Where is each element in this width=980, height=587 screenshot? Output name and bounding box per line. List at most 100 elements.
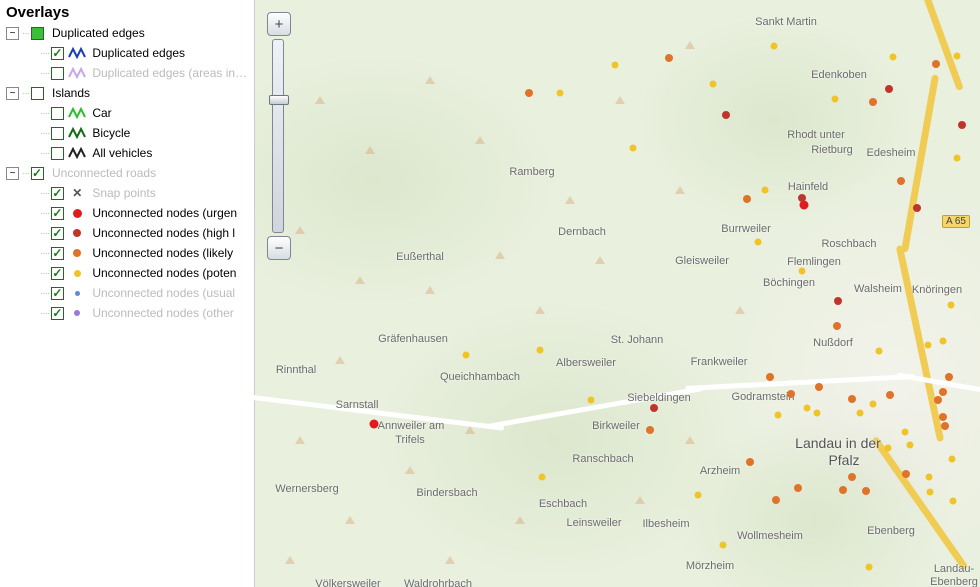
collapse-icon[interactable]: − <box>6 87 19 100</box>
checkbox-bicycle[interactable] <box>51 127 64 140</box>
unconnected-node-potential[interactable] <box>885 445 892 452</box>
checkbox-car[interactable] <box>51 107 64 120</box>
layer-urgent[interactable]: ···· Unconnected nodes (urgen <box>6 203 254 223</box>
unconnected-node-high[interactable] <box>834 297 842 305</box>
unconnected-node-potential[interactable] <box>949 456 956 463</box>
unconnected-node-potential[interactable] <box>925 342 932 349</box>
unconnected-node-high[interactable] <box>722 111 730 119</box>
checkbox-islands-group[interactable] <box>31 87 44 100</box>
unconnected-node-potential[interactable] <box>927 489 934 496</box>
zoom-out-button[interactable]: − <box>267 236 291 260</box>
layer-snap-points[interactable]: ···· ✕ Snap points <box>6 183 254 203</box>
unconnected-node-potential[interactable] <box>762 187 769 194</box>
layer-car[interactable]: ···· Car <box>6 103 254 123</box>
unconnected-node-potential[interactable] <box>799 268 806 275</box>
layer-other[interactable]: ···· Unconnected nodes (other <box>6 303 254 323</box>
unconnected-node-potential[interactable] <box>588 397 595 404</box>
unconnected-node-potential[interactable] <box>539 474 546 481</box>
unconnected-node-potential[interactable] <box>710 81 717 88</box>
unconnected-node-urgent[interactable] <box>370 420 379 429</box>
layer-potential[interactable]: ···· Unconnected nodes (poten <box>6 263 254 283</box>
unconnected-node-likely[interactable] <box>766 373 774 381</box>
checkbox-other[interactable] <box>51 307 64 320</box>
unconnected-node-likely[interactable] <box>902 470 910 478</box>
layer-duplicated-edges[interactable]: ···· Duplicated edges <box>6 43 254 63</box>
map-canvas[interactable]: A 65 + − EußerthalRambergDernbachGräfenh… <box>255 0 980 587</box>
layer-all-vehicles[interactable]: ···· All vehicles <box>6 143 254 163</box>
unconnected-node-potential[interactable] <box>832 96 839 103</box>
unconnected-node-likely[interactable] <box>848 473 856 481</box>
unconnected-node-likely[interactable] <box>939 413 947 421</box>
checkbox-usual[interactable] <box>51 287 64 300</box>
checkbox-urgent[interactable] <box>51 207 64 220</box>
checkbox-likely[interactable] <box>51 247 64 260</box>
unconnected-node-potential[interactable] <box>902 429 909 436</box>
checkbox-snap[interactable] <box>51 187 64 200</box>
zoom-in-button[interactable]: + <box>267 12 291 36</box>
unconnected-node-potential[interactable] <box>870 401 877 408</box>
unconnected-node-potential[interactable] <box>557 90 564 97</box>
collapse-icon[interactable]: − <box>6 27 19 40</box>
unconnected-node-potential[interactable] <box>814 410 821 417</box>
unconnected-node-potential[interactable] <box>537 347 544 354</box>
layer-bicycle[interactable]: ···· Bicycle <box>6 123 254 143</box>
layer-likely[interactable]: ···· Unconnected nodes (likely <box>6 243 254 263</box>
zoom-track[interactable] <box>272 39 284 233</box>
group-duplicated-edges[interactable]: − ··· Duplicated edges <box>6 23 254 43</box>
unconnected-node-potential[interactable] <box>612 62 619 69</box>
unconnected-node-high[interactable] <box>958 121 966 129</box>
unconnected-node-high[interactable] <box>798 194 806 202</box>
unconnected-node-likely[interactable] <box>525 89 533 97</box>
unconnected-node-potential[interactable] <box>866 564 873 571</box>
unconnected-node-likely[interactable] <box>932 60 940 68</box>
unconnected-node-potential[interactable] <box>857 410 864 417</box>
unconnected-node-likely[interactable] <box>848 395 856 403</box>
unconnected-node-likely[interactable] <box>815 383 823 391</box>
unconnected-node-potential[interactable] <box>954 53 961 60</box>
unconnected-node-potential[interactable] <box>950 498 957 505</box>
unconnected-node-likely[interactable] <box>934 396 942 404</box>
unconnected-node-likely[interactable] <box>941 422 949 430</box>
unconnected-node-potential[interactable] <box>926 474 933 481</box>
unconnected-node-potential[interactable] <box>890 54 897 61</box>
checkbox-duplicated-group[interactable] <box>31 27 44 40</box>
group-unconnected[interactable]: − ··· Unconnected roads <box>6 163 254 183</box>
unconnected-node-likely[interactable] <box>665 54 673 62</box>
group-islands[interactable]: − ··· Islands <box>6 83 254 103</box>
unconnected-node-likely[interactable] <box>746 458 754 466</box>
unconnected-node-likely[interactable] <box>772 496 780 504</box>
unconnected-node-potential[interactable] <box>775 412 782 419</box>
layer-high[interactable]: ···· Unconnected nodes (high l <box>6 223 254 243</box>
layer-usual[interactable]: ···· Unconnected nodes (usual <box>6 283 254 303</box>
unconnected-node-likely[interactable] <box>839 486 847 494</box>
unconnected-node-likely[interactable] <box>939 388 947 396</box>
unconnected-node-potential[interactable] <box>907 442 914 449</box>
collapse-icon[interactable]: − <box>6 167 19 180</box>
unconnected-node-high[interactable] <box>650 404 658 412</box>
checkbox-duplicated-edges-areas[interactable] <box>51 67 64 80</box>
unconnected-node-potential[interactable] <box>954 155 961 162</box>
unconnected-node-potential[interactable] <box>695 492 702 499</box>
unconnected-node-high[interactable] <box>885 85 893 93</box>
unconnected-node-likely[interactable] <box>897 177 905 185</box>
unconnected-node-potential[interactable] <box>463 352 470 359</box>
unconnected-node-likely[interactable] <box>869 98 877 106</box>
checkbox-all-vehicles[interactable] <box>51 147 64 160</box>
unconnected-node-potential[interactable] <box>720 542 727 549</box>
unconnected-node-likely[interactable] <box>743 195 751 203</box>
unconnected-node-likely[interactable] <box>794 484 802 492</box>
unconnected-node-potential[interactable] <box>771 43 778 50</box>
unconnected-node-likely[interactable] <box>787 390 795 398</box>
unconnected-node-potential[interactable] <box>630 145 637 152</box>
unconnected-node-potential[interactable] <box>755 239 762 246</box>
unconnected-node-high[interactable] <box>913 204 921 212</box>
checkbox-unconnected-group[interactable] <box>31 167 44 180</box>
unconnected-node-likely[interactable] <box>945 373 953 381</box>
unconnected-node-likely[interactable] <box>862 487 870 495</box>
unconnected-node-likely[interactable] <box>833 322 841 330</box>
unconnected-node-potential[interactable] <box>940 338 947 345</box>
zoom-handle[interactable] <box>269 95 289 105</box>
checkbox-potential[interactable] <box>51 267 64 280</box>
unconnected-node-potential[interactable] <box>948 302 955 309</box>
checkbox-high[interactable] <box>51 227 64 240</box>
